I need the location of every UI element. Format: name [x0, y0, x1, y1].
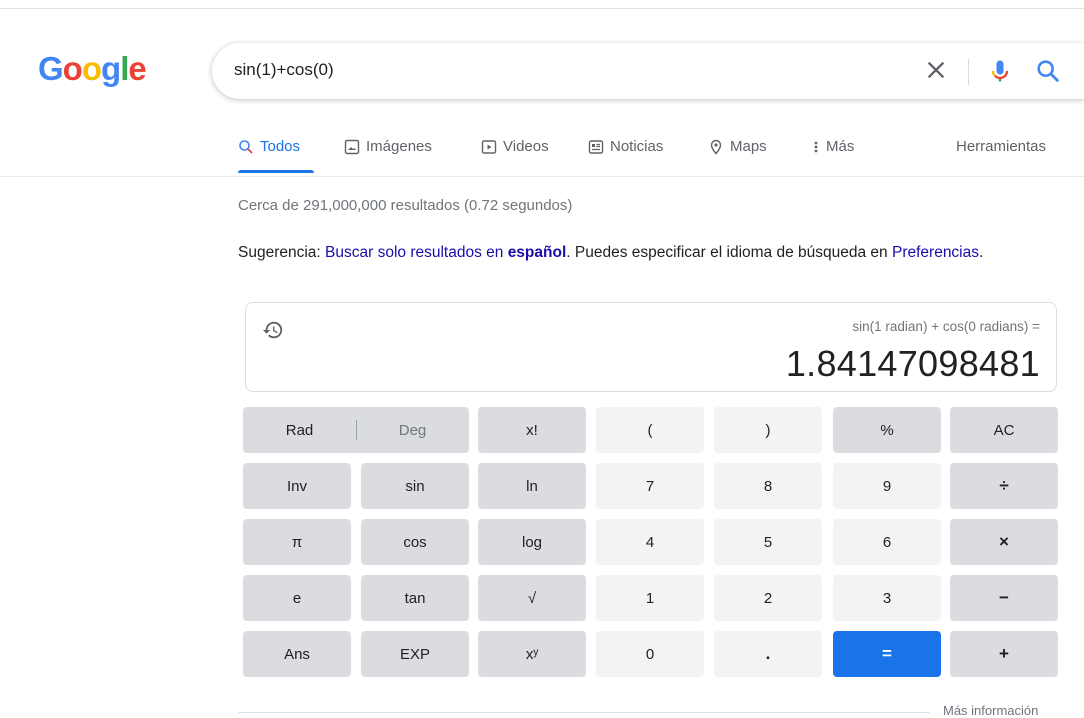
e-button[interactable]: e: [243, 575, 351, 621]
digit-9-button[interactable]: 9: [833, 463, 941, 509]
image-icon: [344, 139, 360, 154]
search-divider: [968, 59, 969, 85]
search-tabs: Todos Imágenes Videos Noticias Maps Más …: [238, 132, 1078, 176]
sqrt-button[interactable]: √: [478, 575, 586, 621]
logo-letter: g: [101, 50, 121, 87]
suggestion-suffix: .: [979, 244, 984, 261]
calculator-expression: sin(1 radian) + cos(0 radians) =: [852, 319, 1040, 334]
spanish-results-link[interactable]: Buscar solo resultados en español: [325, 244, 566, 261]
tools-label: Herramientas: [956, 138, 1047, 155]
tab-label: Todos: [260, 138, 301, 155]
search-icon[interactable]: [1034, 57, 1062, 85]
map-pin-icon: [710, 139, 722, 155]
rad-button[interactable]: Rad: [243, 407, 356, 453]
active-tab-indicator: [238, 170, 314, 173]
tab-imagenes[interactable]: Imágenes: [344, 138, 432, 155]
digit-7-button[interactable]: 7: [596, 463, 704, 509]
power-button[interactable]: xʸ: [478, 631, 586, 677]
equals-button[interactable]: =: [833, 631, 941, 677]
exp-button[interactable]: EXP: [361, 631, 469, 677]
tabs-divider: [0, 176, 1084, 177]
logo-letter: e: [128, 50, 146, 87]
suggestion-middle: . Puedes especificar el idioma de búsque…: [566, 244, 892, 261]
tools-button[interactable]: Herramientas: [956, 138, 1046, 155]
logo-letter: o: [81, 50, 102, 87]
calculator-display: sin(1 radian) + cos(0 radians) = 1.84147…: [245, 302, 1057, 392]
digit-4-button[interactable]: 4: [596, 519, 704, 565]
percent-button[interactable]: %: [833, 407, 941, 453]
all-clear-button[interactable]: AC: [950, 407, 1058, 453]
cos-button[interactable]: cos: [361, 519, 469, 565]
digit-5-button[interactable]: 5: [714, 519, 822, 565]
calculator-result: 1.84147098481: [785, 343, 1040, 384]
multiply-button[interactable]: ×: [950, 519, 1058, 565]
inv-button[interactable]: Inv: [243, 463, 351, 509]
preferences-link[interactable]: Preferencias: [892, 244, 979, 261]
history-icon[interactable]: [262, 319, 284, 341]
more-info-link[interactable]: Más información: [943, 703, 1038, 718]
factorial-button[interactable]: x!: [478, 407, 586, 453]
tab-label: Más: [826, 138, 855, 155]
digit-8-button[interactable]: 8: [714, 463, 822, 509]
logo-letter: G: [38, 50, 64, 87]
open-paren-button[interactable]: (: [596, 407, 704, 453]
digit-0-button[interactable]: 0: [596, 631, 704, 677]
close-icon[interactable]: [922, 56, 950, 84]
language-suggestion: Sugerencia: Buscar solo resultados en es…: [238, 243, 1018, 263]
link-bold-text: español: [507, 244, 567, 261]
digit-1-button[interactable]: 1: [596, 575, 704, 621]
tab-label: Imágenes: [366, 138, 432, 155]
tab-label: Noticias: [610, 138, 664, 155]
tab-videos[interactable]: Videos: [481, 138, 549, 155]
search-icon: [239, 139, 253, 154]
rad-deg-toggle: Rad Deg: [243, 407, 469, 453]
top-divider: [0, 8, 1084, 9]
digit-6-button[interactable]: 6: [833, 519, 941, 565]
google-logo[interactable]: Google: [38, 49, 147, 89]
plus-button[interactable]: +: [950, 631, 1058, 677]
mic-icon[interactable]: [986, 56, 1014, 86]
news-icon: [588, 139, 604, 154]
tab-mas[interactable]: Más: [812, 138, 854, 155]
digit-3-button[interactable]: 3: [833, 575, 941, 621]
log-button[interactable]: log: [478, 519, 586, 565]
sin-button[interactable]: sin: [361, 463, 469, 509]
suggestion-prefix: Sugerencia:: [238, 244, 326, 261]
tab-label: Videos: [503, 138, 549, 155]
ln-button[interactable]: ln: [478, 463, 586, 509]
tab-noticias[interactable]: Noticias: [588, 138, 663, 155]
logo-letter: l: [120, 50, 129, 87]
decimal-button[interactable]: .: [714, 631, 822, 677]
result-stats: Cerca de 291,000,000 resultados (0.72 se…: [238, 197, 573, 214]
tan-button[interactable]: tan: [361, 575, 469, 621]
pi-button[interactable]: π: [243, 519, 351, 565]
tab-label: Maps: [730, 138, 767, 155]
logo-letter: o: [62, 50, 83, 87]
close-paren-button[interactable]: ): [714, 407, 822, 453]
divide-button[interactable]: ÷: [950, 463, 1058, 509]
minus-button[interactable]: −: [950, 575, 1058, 621]
more-vert-icon: [814, 141, 818, 152]
search-bar: sin(1)+cos(0): [212, 43, 1084, 99]
deg-button[interactable]: Deg: [356, 407, 469, 453]
link-text: Buscar solo resultados en: [325, 244, 508, 261]
ans-button[interactable]: Ans: [243, 631, 351, 677]
digit-2-button[interactable]: 2: [714, 575, 822, 621]
footer-divider: [238, 712, 930, 713]
tab-todos[interactable]: Todos: [238, 138, 300, 155]
tab-maps[interactable]: Maps: [708, 138, 767, 155]
video-icon: [481, 139, 497, 154]
search-input[interactable]: sin(1)+cos(0): [234, 60, 334, 80]
